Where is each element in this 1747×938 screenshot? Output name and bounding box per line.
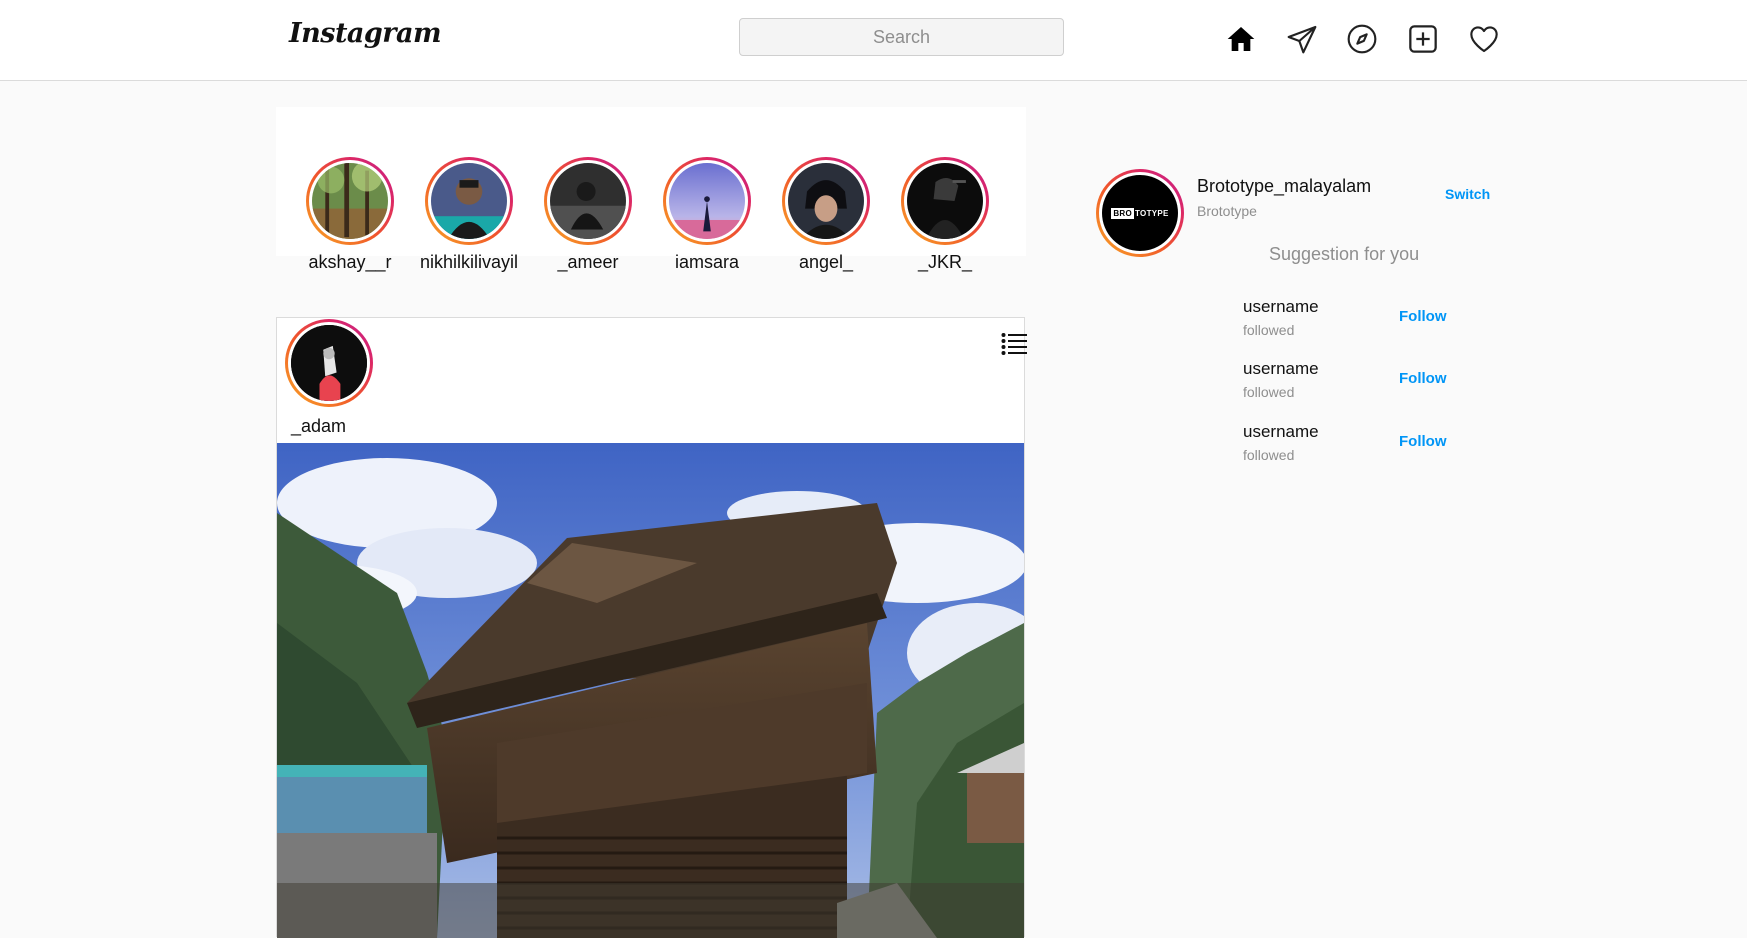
story-avatar (431, 163, 507, 239)
post-username[interactable]: _adam (291, 416, 346, 437)
profile-username[interactable]: Brototype_malayalam (1197, 176, 1371, 197)
suggestion-subtitle: followed (1243, 322, 1295, 338)
story-username: angel_ (798, 252, 854, 272)
story-avatar (312, 163, 388, 239)
post-avatar[interactable] (285, 319, 373, 407)
instagram-logo[interactable]: Instagram (289, 18, 442, 49)
heart-icon[interactable] (1467, 22, 1501, 56)
story-avatar (669, 163, 745, 239)
suggestion-item: username followed Follow (1243, 422, 1463, 472)
story-username: _ameer (557, 252, 619, 272)
feed-post: _adam (276, 317, 1027, 938)
brototype-logo: BRO TOTYPE (1111, 207, 1169, 219)
suggestion-subtitle: followed (1243, 384, 1295, 400)
switch-account-button[interactable]: Switch (1445, 186, 1490, 202)
story-username: iamsara (674, 252, 740, 272)
paper-plane-icon[interactable] (1285, 22, 1319, 56)
story-item[interactable]: angel_ (766, 157, 886, 272)
follow-button[interactable]: Follow (1399, 308, 1447, 325)
story-avatar (788, 163, 864, 239)
follow-button[interactable]: Follow (1399, 433, 1447, 450)
follow-button[interactable]: Follow (1399, 370, 1447, 387)
suggestion-username[interactable]: username (1243, 422, 1319, 442)
stories-bar: akshay__r nikhilkilivayil _ameer iamsara… (276, 107, 1026, 272)
story-avatar (550, 163, 626, 239)
new-post-icon[interactable] (1406, 22, 1440, 56)
suggestion-username[interactable]: username (1243, 297, 1319, 317)
list-menu-icon[interactable] (1001, 332, 1027, 356)
suggestion-username[interactable]: username (1243, 359, 1319, 379)
story-username: nikhilkilivayil (419, 252, 519, 272)
search-input[interactable] (739, 18, 1064, 56)
story-item[interactable]: iamsara (647, 157, 767, 272)
story-username: akshay__r (308, 252, 392, 272)
top-navbar: Instagram (0, 0, 1747, 81)
post-image[interactable] (277, 443, 1024, 938)
profile-fullname: Brototype (1197, 203, 1257, 219)
profile-avatar[interactable]: BRO TOTYPE (1096, 169, 1184, 257)
story-item[interactable]: akshay__r (290, 157, 410, 272)
story-username: _JKR_ (917, 252, 973, 272)
home-icon[interactable] (1224, 22, 1258, 56)
suggestion-subtitle: followed (1243, 447, 1295, 463)
story-avatar (907, 163, 983, 239)
story-item[interactable]: _JKR_ (885, 157, 1005, 272)
suggestions-heading: Suggestion for you (1269, 244, 1420, 264)
story-item[interactable]: nikhilkilivayil (409, 157, 529, 272)
suggestion-item: username followed Follow (1243, 359, 1463, 409)
story-item[interactable]: _ameer (528, 157, 648, 272)
suggestion-item: username followed Follow (1243, 297, 1463, 347)
compass-icon[interactable] (1345, 22, 1379, 56)
